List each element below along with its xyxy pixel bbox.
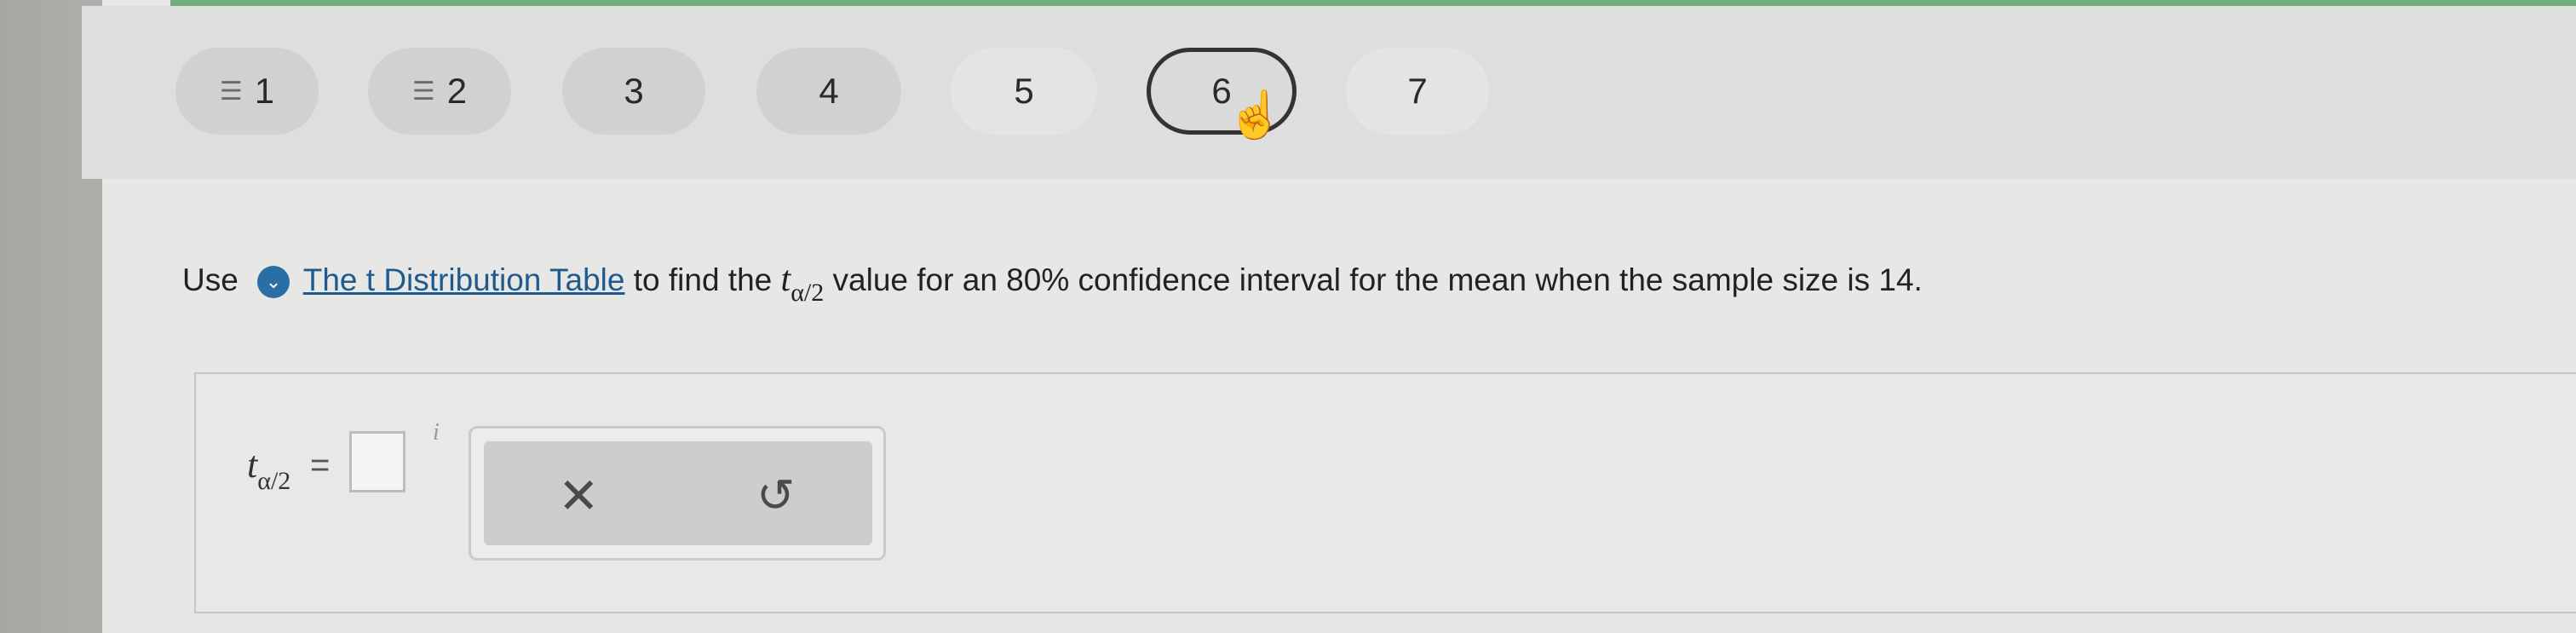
- question-t-subscript: α/2: [791, 279, 825, 307]
- answer-t-label: tα/2: [247, 443, 290, 496]
- list-icon: ☰: [219, 77, 243, 106]
- answer-input[interactable]: [349, 431, 405, 492]
- t-distribution-table-link[interactable]: The t Distribution Table: [303, 262, 625, 297]
- question-nav-2-label: 2: [446, 71, 468, 111]
- answer-t-subscript: α/2: [257, 467, 291, 495]
- question-after-link: to find the: [633, 262, 773, 297]
- question-text: Use ⌄ The t Distribution Table to find t…: [182, 259, 1923, 308]
- hand-cursor-icon: ☝: [1227, 89, 1285, 141]
- question-nav-4-label: 4: [819, 71, 839, 111]
- equals-sign: =: [310, 446, 331, 484]
- question-nav-1[interactable]: ☰ 1: [175, 48, 319, 135]
- list-icon: ☰: [411, 77, 435, 106]
- question-nav-1-label: 1: [254, 71, 275, 111]
- undo-icon[interactable]: ↺: [756, 469, 795, 522]
- question-t-symbol: t: [780, 260, 791, 299]
- top-accent-bar: [170, 0, 2576, 6]
- question-nav-7[interactable]: 7: [1346, 48, 1489, 135]
- question-prefix: Use: [182, 262, 239, 297]
- info-expand-icon[interactable]: ⌄: [257, 266, 290, 299]
- question-rest: value for an 80% confidence interval for…: [832, 262, 1923, 297]
- question-nav-3[interactable]: 3: [562, 48, 705, 135]
- question-nav-4[interactable]: 4: [756, 48, 901, 135]
- question-nav-5[interactable]: 5: [951, 48, 1097, 135]
- question-nav-2[interactable]: ☰ 2: [368, 48, 511, 135]
- answer-tools: [484, 441, 872, 545]
- close-icon[interactable]: ✕: [558, 467, 600, 525]
- question-nav-5-label: 5: [1014, 71, 1034, 111]
- input-info-icon: i: [433, 419, 440, 446]
- question-nav-3-label: 3: [624, 71, 644, 111]
- question-nav-7-label: 7: [1407, 71, 1428, 111]
- answer-t-symbol: t: [247, 444, 258, 486]
